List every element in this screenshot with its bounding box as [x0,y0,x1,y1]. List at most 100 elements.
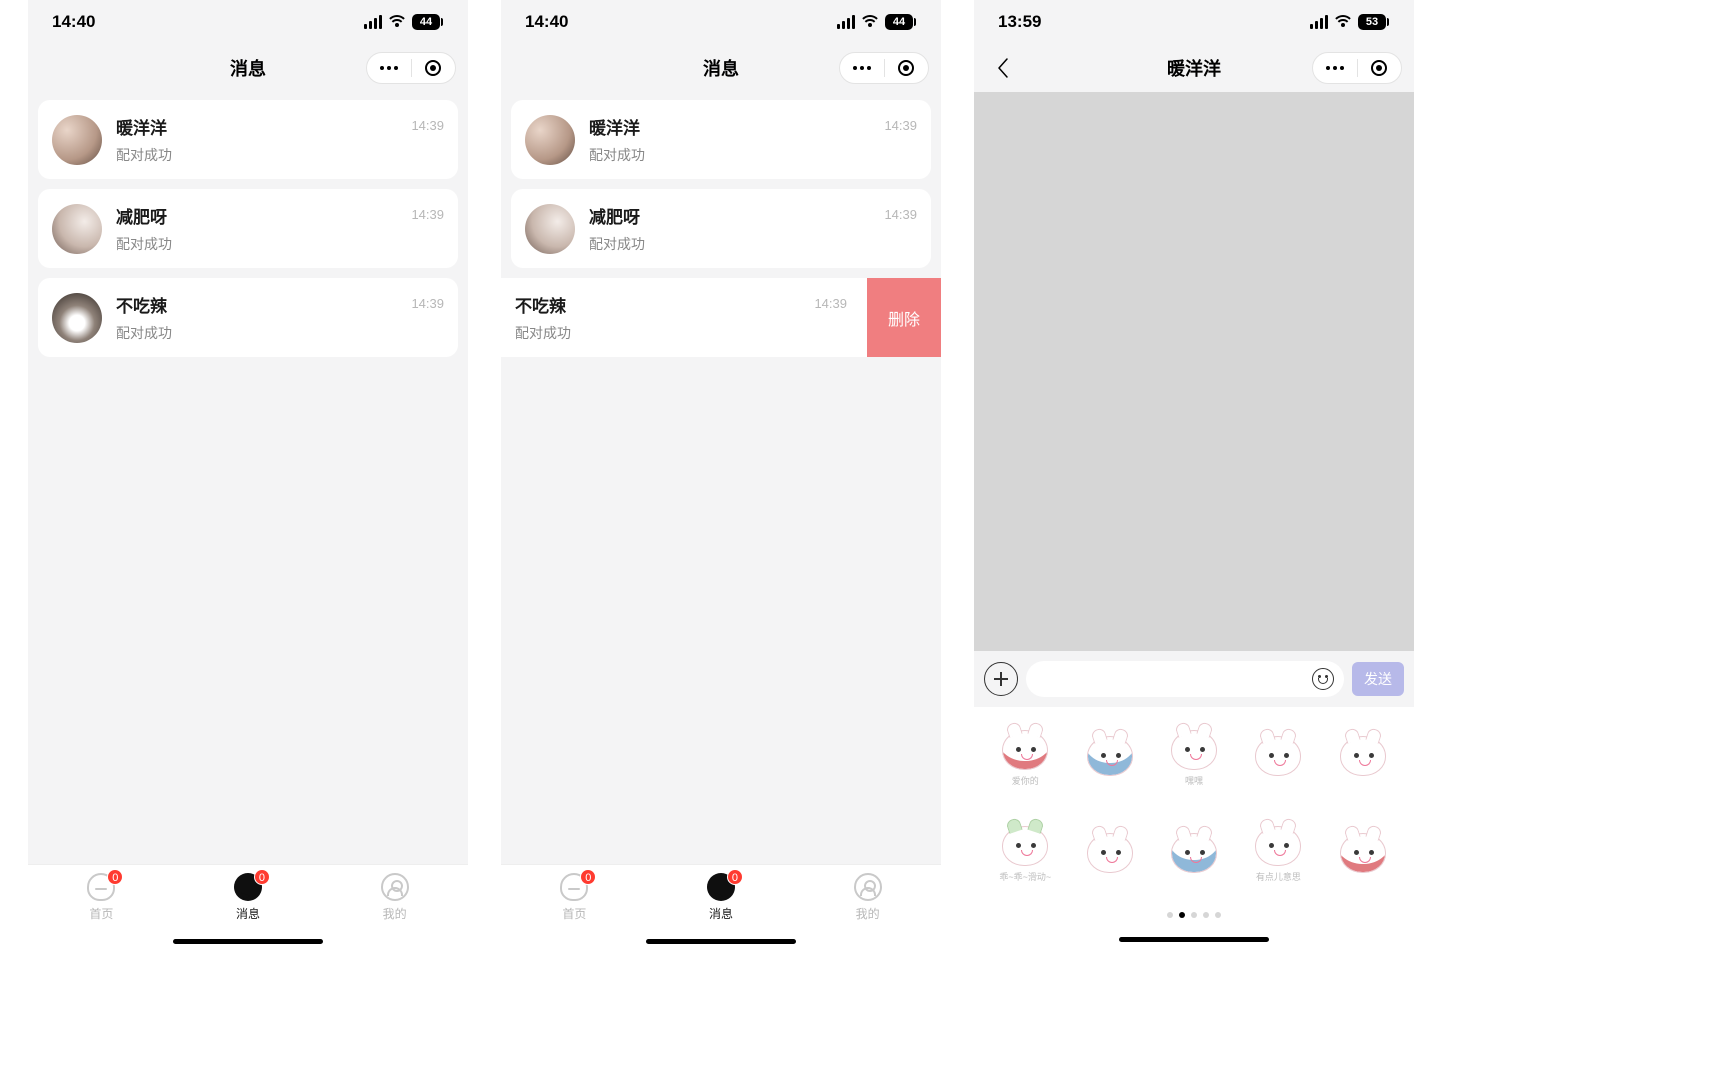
sticker-page-indicator [1167,912,1221,918]
sticker-item[interactable] [1326,818,1400,892]
tab-bar: 首页 0 消息 0 我的 [501,864,941,952]
avatar [52,293,102,343]
avatar [52,204,102,254]
tab-label: 我的 [856,905,880,922]
message-input[interactable] [1026,661,1344,697]
sticker-item[interactable]: 嘿嘿 [1157,721,1231,795]
conversation-time: 14:39 [411,118,444,133]
sticker-item[interactable]: 乖~乖~滑动~ [988,818,1062,892]
capsule-menu-button[interactable] [1313,66,1357,70]
conversation-item[interactable]: 不吃辣 配对成功 14:39 [38,278,458,357]
conversation-time: 14:39 [411,296,444,311]
sticker-item[interactable]: 爱你的 [988,721,1062,795]
tab-home[interactable]: 首页 0 [501,873,648,952]
conversation-item[interactable]: 减肥呀 配对成功 14:39 [38,189,458,268]
battery-icon: 44 [885,14,913,30]
sticker-panel: 爱你的 嘿嘿 乖~乖~滑动~ 有点儿意思 [974,707,1414,952]
conversation-item-swiped[interactable]: 不吃辣 配对成功 14:39 删除 [501,278,941,357]
tab-badge: 0 [254,869,270,885]
wifi-icon [388,15,406,29]
chat-title: 暖洋洋 [1167,55,1221,81]
chat-input-bar: 发送 [974,651,1414,707]
tab-badge: 0 [107,869,123,885]
conversation-snippet: 配对成功 [589,145,870,165]
sticker-item[interactable] [1072,818,1146,892]
conversation-time: 14:39 [884,207,917,222]
sticker-item[interactable] [1326,721,1400,795]
attach-button[interactable] [984,662,1018,696]
status-bar: 14:40 44 [28,0,468,44]
sticker-item[interactable]: 有点儿意思 [1241,818,1315,892]
conversation-item[interactable]: 暖洋洋 配对成功 14:39 [511,100,931,179]
conversation-item[interactable]: 减肥呀 配对成功 14:39 [511,189,931,268]
tab-me[interactable]: 我的 [794,873,941,952]
tab-badge: 0 [727,869,743,885]
battery-icon: 53 [1358,14,1386,30]
capsule-menu-button[interactable] [840,66,884,70]
home-indicator [646,939,796,944]
sticker-item[interactable] [1157,818,1231,892]
conversation-list: 暖洋洋 配对成功 14:39 减肥呀 配对成功 14:39 不吃辣 配对成功 1… [28,92,468,357]
delete-button[interactable]: 删除 [867,278,941,357]
tab-badge: 0 [580,869,596,885]
conversation-time: 14:39 [884,118,917,133]
capsule-close-button[interactable] [411,60,455,76]
screen-chat: 13:59 53 暖洋洋 发送 爱你的 嘿嘿 [974,0,1414,952]
signal-icon [1310,15,1328,29]
conversation-list: 暖洋洋 配对成功 14:39 减肥呀 配对成功 14:39 不吃辣 配对成功 1… [501,92,941,357]
tab-home[interactable]: 首页 0 [28,873,175,952]
signal-icon [364,15,382,29]
conversation-name: 不吃辣 [116,292,397,317]
status-bar: 14:40 44 [501,0,941,44]
avatar [525,204,575,254]
battery-icon: 44 [412,14,440,30]
miniprogram-capsule [366,52,456,84]
page-title: 消息 [703,55,739,81]
page-title: 消息 [230,55,266,81]
tab-label: 消息 [709,905,733,922]
conversation-name: 减肥呀 [116,203,397,228]
title-bar: 消息 [501,44,941,92]
conversation-name: 不吃辣 [515,292,800,317]
screen-messages-swipe: 14:40 44 消息 暖洋洋 配对成功 14:39 减肥呀 配对成功 [501,0,941,952]
back-button[interactable] [988,53,1018,83]
conversation-item[interactable]: 暖洋洋 配对成功 14:39 [38,100,458,179]
conversation-snippet: 配对成功 [515,323,800,343]
conversation-name: 减肥呀 [589,203,870,228]
status-time: 14:40 [525,12,568,32]
conversation-snippet: 配对成功 [116,323,397,343]
miniprogram-capsule [839,52,929,84]
profile-icon [854,873,882,901]
conversation-snippet: 配对成功 [116,145,397,165]
capsule-close-button[interactable] [884,60,928,76]
status-bar: 13:59 53 [974,0,1414,44]
screen-messages: 14:40 44 消息 暖洋洋 配对成功 14:39 减肥呀 配对成功 [28,0,468,952]
title-bar: 暖洋洋 [974,44,1414,92]
tab-me[interactable]: 我的 [321,873,468,952]
conversation-time: 14:39 [814,296,847,311]
conversation-snippet: 配对成功 [589,234,870,254]
capsule-close-button[interactable] [1357,60,1401,76]
tab-label: 首页 [562,905,586,922]
emoji-button[interactable] [1312,668,1334,690]
send-button[interactable]: 发送 [1352,662,1404,696]
miniprogram-capsule [1312,52,1402,84]
wifi-icon [1334,15,1352,29]
sticker-item[interactable] [1072,721,1146,795]
avatar [52,115,102,165]
tab-bar: 首页 0 消息 0 我的 [28,864,468,952]
status-time: 14:40 [52,12,95,32]
status-time: 13:59 [998,12,1041,32]
signal-icon [837,15,855,29]
conversation-time: 14:39 [411,207,444,222]
capsule-menu-button[interactable] [367,66,411,70]
tab-label: 我的 [383,905,407,922]
profile-icon [381,873,409,901]
home-indicator [173,939,323,944]
chat-message-area[interactable] [974,92,1414,651]
sticker-item[interactable] [1241,721,1315,795]
conversation-snippet: 配对成功 [116,234,397,254]
home-indicator [1119,937,1269,942]
tab-label: 消息 [236,905,260,922]
wifi-icon [861,15,879,29]
